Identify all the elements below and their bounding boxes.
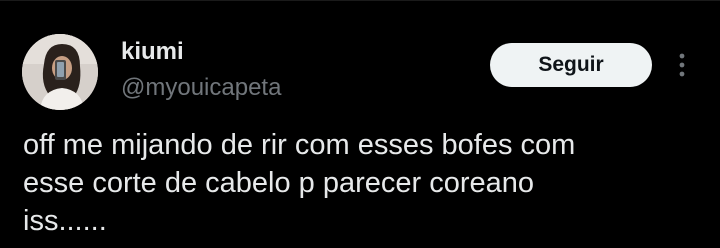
avatar-photo-icon	[22, 34, 98, 110]
more-options-icon[interactable]	[672, 50, 692, 80]
author-display-name[interactable]: kiumi	[121, 38, 184, 66]
follow-button[interactable]: Seguir	[490, 43, 652, 87]
avatar[interactable]	[22, 34, 98, 110]
tweet-text: off me mijando de rir com esses bofes co…	[23, 129, 576, 237]
top-divider	[0, 0, 720, 1]
author-handle[interactable]: @myouicapeta	[121, 74, 281, 102]
